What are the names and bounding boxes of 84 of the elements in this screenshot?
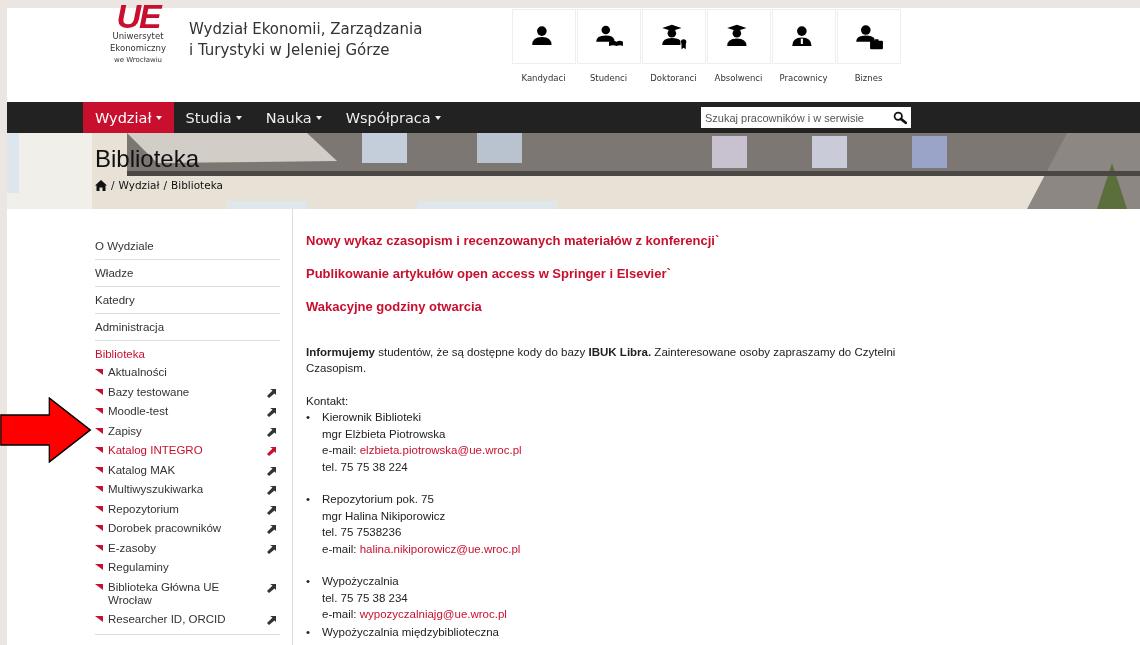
logo-text: Ekonomiczny: [110, 42, 166, 54]
email-line: e-mail: wypozyczalniajg@ue.wroc.pl: [322, 607, 507, 622]
nav-menu-item[interactable]: Współpraca: [333, 102, 453, 133]
info-paragraph: Informujemy studentów, że są dostępne kody do bazy IBUK Libra. Zainteresowane osoby zapraszamy do Czytelni Czasopism.: [306, 344, 896, 376]
sidebar-subitem[interactable]: Katalog INTEGRO: [95, 441, 280, 461]
triangle-bullet-icon: [95, 408, 103, 416]
triangle-bullet-icon: [95, 388, 103, 397]
triangle-bullet-icon: [95, 447, 103, 455]
sidebar-item[interactable]: Administracja: [95, 314, 280, 341]
nav-menu-item[interactable]: Studia: [173, 102, 254, 133]
contact-text: tel. 75 75 38 224: [322, 459, 409, 475]
triangle-bullet-icon: [95, 466, 103, 475]
contact-text: Repozytorium pok. 75: [322, 492, 435, 507]
bullet: •: [306, 492, 312, 507]
audience-label[interactable]: Doktoranci: [650, 73, 697, 83]
triangle-bullet-icon: [95, 583, 103, 592]
contact-text: Wypożyczalnia międzybiblioteczna: [322, 624, 499, 640]
sidebar-subitem[interactable]: Researcher ID, ORCID: [95, 610, 280, 630]
breadcrumb-separator: /: [163, 179, 168, 191]
nav-menu-item[interactable]: Nauka: [253, 102, 334, 133]
audience-label[interactable]: Kandydaci: [521, 73, 566, 83]
audience-tile[interactable]: [836, 9, 901, 64]
triangle-bullet-icon: [95, 369, 103, 377]
contact-text: Kierownik Biblioteki: [322, 410, 423, 425]
sidebar-item[interactable]: Katedry: [95, 287, 280, 314]
bullet: •: [306, 624, 312, 640]
email-link[interactable]: elzbieta.piotrowska@ue.wroc.pl: [359, 444, 522, 456]
email-line: e-mail: halina.nikiporowicz@ue.wroc.pl: [322, 541, 521, 557]
nav-menu-item[interactable]: Wydział: [83, 102, 174, 133]
contact-text: Wypożyczalnia: [322, 574, 400, 589]
audience-tile[interactable]: [706, 9, 771, 64]
bullet: •: [306, 410, 312, 425]
sidebar-subitem[interactable]: Katalog MAK: [95, 460, 280, 480]
email-link[interactable]: wypozyczalniajg@ue.wroc.pl: [359, 608, 507, 620]
page-title: Biblioteka: [95, 145, 200, 173]
triangle-bullet-icon: [95, 564, 103, 572]
sidebar-subitem[interactable]: Multiwyszukiwarka: [95, 480, 280, 500]
sidebar-item[interactable]: Biblioteka: [95, 341, 280, 363]
home-icon[interactable]: [95, 179, 107, 191]
contact-text: tel. 75 7538236: [322, 525, 403, 540]
triangle-bullet-icon: [95, 427, 103, 436]
faculty-name: i Turystyki w Jeleniej Górze: [189, 40, 391, 61]
audience-label[interactable]: Absolwenci: [714, 73, 763, 83]
breadcrumb-link[interactable]: Wydział: [118, 179, 160, 191]
email-line: e-mail: elzbieta.piotrowska@ue.wroc.pl: [322, 443, 522, 458]
sidebar-subitem[interactable]: Aktualności: [95, 363, 280, 383]
audience-label[interactable]: Pracownicy: [779, 73, 828, 83]
triangle-bullet-icon: [95, 525, 103, 533]
sidebar-subitem[interactable]: E-zasoby: [95, 538, 280, 558]
news-link[interactable]: Publikowanie artykułów open access w Springer i Elsevier`: [306, 266, 896, 283]
news-link[interactable]: Wakacyjne godziny otwarcia: [306, 299, 896, 316]
sidebar-subitem[interactable]: Zapisy: [95, 421, 280, 441]
triangle-bullet-icon: [95, 505, 103, 514]
audience-tile[interactable]: [641, 9, 706, 64]
audience-label[interactable]: Studenci: [589, 73, 628, 83]
sidebar-item[interactable]: O Wydziale: [95, 233, 280, 260]
sidebar-item[interactable]: Władze: [95, 260, 280, 287]
contact-text: mgr Halina Nikiporowicz: [322, 508, 447, 524]
news-link[interactable]: Nowy wykaz czasopism i recenzowanych materiałów z konferencji`: [306, 233, 896, 250]
faculty-name: Wydział Ekonomii, Zarządzania: [189, 19, 424, 40]
triangle-bullet-icon: [95, 544, 103, 553]
search-icon[interactable]: [893, 110, 907, 125]
breadcrumb-link[interactable]: Biblioteka: [171, 179, 223, 191]
audience-tile[interactable]: [576, 9, 641, 64]
contact-label: Kontakt:: [306, 393, 350, 409]
audience-label[interactable]: Biznes: [854, 73, 883, 83]
search-field[interactable]: Szukaj pracowników i w serwisie: [701, 107, 911, 128]
email-link[interactable]: halina.nikiporowicz@ue.wroc.pl: [359, 542, 521, 555]
triangle-bullet-icon: [95, 486, 103, 494]
sidebar-subitem[interactable]: Dorobek pracowników: [95, 519, 280, 539]
contact-text: tel. 75 75 38 234: [322, 590, 409, 606]
sidebar-subitem[interactable]: Regulaminy: [95, 558, 280, 578]
triangle-bullet-icon: [95, 616, 103, 624]
sidebar-subitem[interactable]: Moodle-test: [95, 402, 280, 422]
sidebar-subitem[interactable]: Repozytorium: [95, 499, 280, 519]
bullet: •: [306, 574, 312, 589]
sidebar-subitem[interactable]: Bazy testowane: [95, 382, 280, 402]
contact-text: mgr Elżbieta Piotrowska: [322, 426, 447, 442]
university-logo[interactable]: UE: [116, 2, 160, 30]
sidebar-subitem[interactable]: Biblioteka Główna UE Wrocław: [95, 577, 280, 610]
audience-tile[interactable]: [511, 9, 576, 64]
breadcrumb-separator: /: [111, 179, 115, 191]
audience-tile[interactable]: [771, 9, 836, 64]
logo-text: Uniwersytet: [112, 30, 164, 42]
